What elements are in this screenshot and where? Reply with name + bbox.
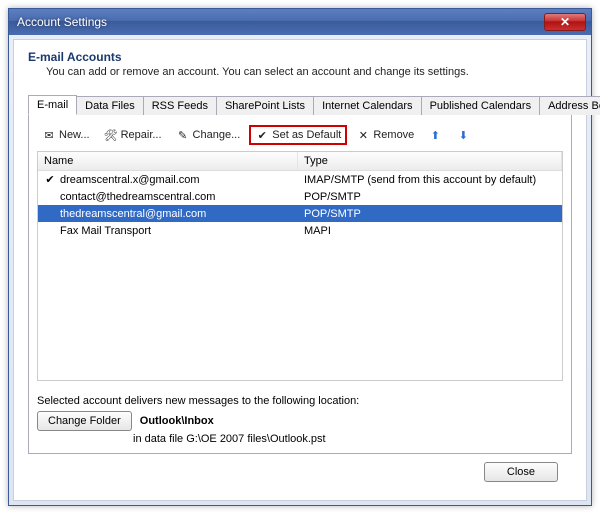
move-up-button[interactable]: ⬆ — [423, 126, 447, 144]
repair-button[interactable]: 🛠 Repair... — [99, 126, 167, 144]
tab-email[interactable]: E-mail — [28, 95, 77, 115]
tabs: E-mail Data Files RSS Feeds SharePoint L… — [28, 94, 572, 115]
close-icon: ✕ — [560, 15, 570, 29]
tab-data-files[interactable]: Data Files — [76, 96, 144, 115]
account-settings-window: Account Settings ✕ E-mail Accounts You c… — [8, 8, 592, 506]
window-close-button[interactable]: ✕ — [544, 13, 586, 31]
window-title: Account Settings — [17, 15, 544, 29]
tab-rss-feeds[interactable]: RSS Feeds — [143, 96, 217, 115]
change-folder-button[interactable]: Change Folder — [37, 411, 132, 431]
new-button[interactable]: ✉ New... — [37, 126, 95, 144]
arrow-up-icon: ⬆ — [428, 128, 442, 142]
account-type: POP/SMTP — [298, 208, 562, 220]
remove-label: Remove — [373, 129, 414, 141]
account-name: dreamscentral.x@gmail.com — [60, 174, 200, 186]
toolbar: ✉ New... 🛠 Repair... ✎ Change... ✔ Set a… — [37, 123, 563, 151]
change-label: Change... — [193, 129, 241, 141]
delivery-label: Selected account delivers new messages t… — [37, 395, 563, 407]
col-header-type[interactable]: Type — [298, 152, 562, 170]
list-row[interactable]: contact@thedreamscentral.com POP/SMTP — [38, 188, 562, 205]
list-row[interactable]: ✔ dreamscentral.x@gmail.com IMAP/SMTP (s… — [38, 171, 562, 188]
move-down-button[interactable]: ⬇ — [451, 126, 475, 144]
new-icon: ✉ — [42, 128, 56, 142]
page-description: You can add or remove an account. You ca… — [46, 66, 572, 78]
tab-address-books[interactable]: Address Books — [539, 96, 600, 115]
default-check-icon: ✔ — [44, 173, 56, 186]
list-row[interactable]: thedreamscentral@gmail.com POP/SMTP — [38, 205, 562, 222]
tab-internet-calendars[interactable]: Internet Calendars — [313, 96, 422, 115]
content-area: E-mail Accounts You can add or remove an… — [13, 39, 587, 501]
list-header: Name Type — [38, 152, 562, 171]
close-button[interactable]: Close — [484, 462, 558, 482]
set-default-icon: ✔ — [255, 128, 269, 142]
repair-label: Repair... — [121, 129, 162, 141]
account-name: contact@thedreamscentral.com — [60, 191, 215, 203]
list-row[interactable]: Fax Mail Transport MAPI — [38, 222, 562, 239]
delivery-location: Outlook\Inbox — [140, 415, 214, 427]
titlebar: Account Settings ✕ — [9, 9, 591, 35]
account-type: MAPI — [298, 225, 562, 237]
remove-icon: ✕ — [356, 128, 370, 142]
account-name: Fax Mail Transport — [60, 225, 151, 237]
account-type: POP/SMTP — [298, 191, 562, 203]
tab-published-calendars[interactable]: Published Calendars — [421, 96, 541, 115]
set-default-label: Set as Default — [272, 129, 341, 141]
new-label: New... — [59, 129, 90, 141]
col-header-name[interactable]: Name — [38, 152, 298, 170]
change-button[interactable]: ✎ Change... — [171, 126, 246, 144]
tab-sharepoint-lists[interactable]: SharePoint Lists — [216, 96, 314, 115]
arrow-down-icon: ⬇ — [456, 128, 470, 142]
repair-icon: 🛠 — [104, 128, 118, 142]
set-default-button[interactable]: ✔ Set as Default — [249, 125, 347, 145]
delivery-datafile: in data file G:\OE 2007 files\Outlook.ps… — [133, 433, 563, 445]
account-type: IMAP/SMTP (send from this account by def… — [298, 174, 562, 186]
footer-bar: Close — [28, 454, 572, 490]
account-name: thedreamscentral@gmail.com — [60, 208, 206, 220]
remove-button[interactable]: ✕ Remove — [351, 126, 419, 144]
accounts-list[interactable]: Name Type ✔ dreamscentral.x@gmail.com IM… — [37, 151, 563, 381]
page-title: E-mail Accounts — [28, 50, 572, 64]
change-icon: ✎ — [176, 128, 190, 142]
delivery-section: Selected account delivers new messages t… — [37, 395, 563, 445]
tab-body-email: ✉ New... 🛠 Repair... ✎ Change... ✔ Set a… — [28, 115, 572, 454]
